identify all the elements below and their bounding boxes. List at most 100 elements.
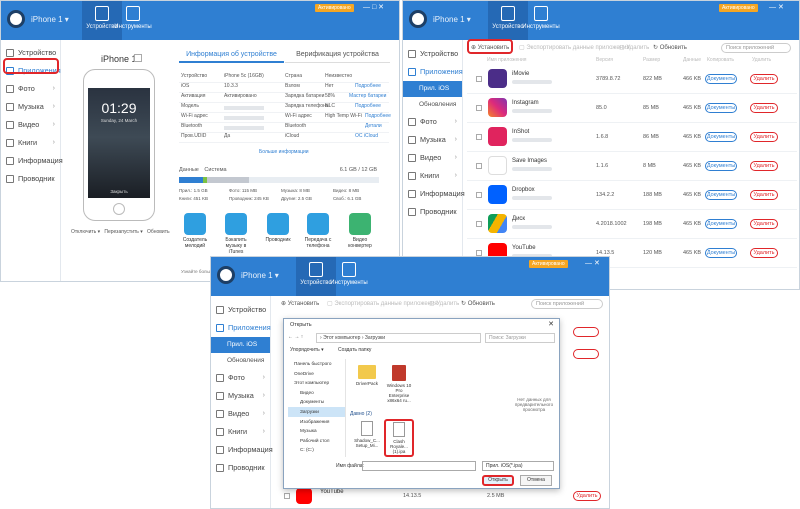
tree-item[interactable]: Изображения <box>288 417 345 427</box>
sidebar-item-photo[interactable]: Фото › <box>1 80 60 98</box>
info-link[interactable]: Подробнее <box>355 83 381 89</box>
app-search-input[interactable]: Поиск приложений <box>721 43 791 53</box>
sidebar-item-video[interactable]: Видео › <box>211 405 270 423</box>
sidebar-item-device[interactable]: Устройство <box>403 45 462 63</box>
delete-app-button[interactable]: Удалить <box>750 74 778 84</box>
tab-tools[interactable]: Инструменты <box>521 1 561 40</box>
delete-app-button[interactable] <box>573 327 599 337</box>
info-link[interactable]: Детали <box>365 123 382 129</box>
sidebar-item-books[interactable]: Книги › <box>1 134 60 152</box>
new-folder-button[interactable]: Создать папку <box>338 347 371 353</box>
export-data-button[interactable]: ▢ Экспортировать данные приложения <box>519 41 630 55</box>
sidebar-item-music[interactable]: Музыка › <box>211 387 270 405</box>
sidebar-item-explorer[interactable]: Проводник <box>403 203 462 221</box>
sidebar-item-device[interactable]: Устройство <box>211 301 270 319</box>
file-search-input[interactable]: Поиск: Загрузки <box>485 333 555 343</box>
file-item[interactable]: DriverPack <box>354 365 380 386</box>
sidebar-item-apps[interactable]: Приложения <box>403 63 463 81</box>
delete-app-button[interactable]: Удалить <box>750 219 778 229</box>
tool-video-converter[interactable]: Видео конвертер <box>343 213 377 249</box>
sidebar-item-info[interactable]: Информация › <box>1 152 63 170</box>
delete-app-button[interactable] <box>573 349 599 359</box>
sidebar-item-video[interactable]: Видео › <box>1 116 60 134</box>
device-selector[interactable]: iPhone 1 ▾ <box>241 271 279 280</box>
export-data-button[interactable]: ▢ Экспортировать данные приложения <box>327 297 438 311</box>
delete-app-button[interactable]: Удалить <box>573 491 601 501</box>
sidebar-subitem-ios-apps[interactable]: Прил. iOS <box>211 337 270 353</box>
sidebar-item-photo[interactable]: Фото › <box>403 113 462 131</box>
app-search-input[interactable]: Поиск приложений <box>531 299 603 309</box>
copy-docs-button[interactable]: Документы <box>705 248 737 258</box>
sidebar-item-books[interactable]: Книги › <box>211 423 270 441</box>
table-row[interactable]: Диск 4.2018.1002 198 MB 465 KB Документы Удал… <box>467 210 797 239</box>
sidebar-subitem-ios-apps[interactable]: Прил. iOS <box>403 81 462 97</box>
refresh-button[interactable]: Обновить <box>147 229 170 235</box>
file-item[interactable]: Shadow_C... Setup_Mi... <box>354 421 380 448</box>
sidebar-subitem-updates[interactable]: Обновления <box>211 353 270 369</box>
restart-button[interactable]: Перезапустить <box>104 229 139 235</box>
table-row[interactable]: InShot 1.6.8 86 MB 465 KB Документы Удалить <box>467 123 797 152</box>
sidebar-item-apps[interactable]: Приложения <box>211 319 271 337</box>
copy-docs-button[interactable]: Документы <box>705 132 737 142</box>
tab-tools[interactable]: Инструменты <box>329 257 369 296</box>
sidebar-item-explorer[interactable]: Проводник <box>211 459 270 477</box>
cancel-button[interactable]: Отмена <box>520 475 552 486</box>
edit-icon[interactable] <box>134 54 142 62</box>
copy-docs-button[interactable]: Документы <box>705 103 737 113</box>
organize-button[interactable]: Упорядочить ▾ <box>290 347 324 353</box>
window-controls[interactable]: — ✕ <box>769 3 784 11</box>
window-controls[interactable]: — ✕ <box>585 259 600 267</box>
filetype-select[interactable]: Прил. iOS(*.ipa) <box>482 461 554 471</box>
refresh-button[interactable]: ↻ Обновить <box>653 41 687 55</box>
sidebar-item-explorer[interactable]: Проводник <box>1 170 60 188</box>
tab-tools[interactable]: Инструменты <box>113 1 153 40</box>
address-bar[interactable]: › Этот компьютер › Загрузки <box>316 333 481 343</box>
row-checkbox[interactable] <box>476 134 482 140</box>
info-link[interactable]: Подробнее <box>355 103 381 109</box>
window-controls[interactable]: — □ ✕ <box>363 3 384 11</box>
sidebar-item-books[interactable]: Книги › <box>403 167 462 185</box>
row-checkbox[interactable] <box>476 76 482 82</box>
delete-app-button[interactable]: Удалить <box>750 103 778 113</box>
tool-transfer[interactable]: Передача с телефона <box>301 213 335 249</box>
open-button[interactable]: Открыть <box>482 475 514 486</box>
sidebar-item-music[interactable]: Музыка › <box>1 98 60 116</box>
tree-item[interactable]: Загрузки <box>288 406 345 417</box>
delete-app-button[interactable]: Удалить <box>750 248 778 258</box>
file-item-selected[interactable]: Clash Royale... (1).ipa <box>384 419 414 457</box>
row-checkbox[interactable] <box>284 493 290 499</box>
copy-docs-button[interactable]: Документы <box>705 190 737 200</box>
nav-buttons[interactable]: ← → ↑ <box>288 334 303 340</box>
row-checkbox[interactable] <box>476 105 482 111</box>
sidebar-item-music[interactable]: Музыка › <box>403 131 462 149</box>
file-item[interactable]: Windows 10 Pro Enterprise x86x64 ru... <box>386 365 412 403</box>
filename-input[interactable] <box>362 461 476 471</box>
delete-button[interactable]: ▢ Удалить <box>429 297 459 311</box>
delete-app-button[interactable]: Удалить <box>750 190 778 200</box>
shutdown-button[interactable]: Отключить <box>71 229 96 235</box>
row-checkbox[interactable] <box>476 221 482 227</box>
tool-music-backup[interactable]: Бэкапить музыку в iTunes <box>219 213 253 255</box>
copy-docs-button[interactable]: Документы <box>705 74 737 84</box>
tree-item[interactable]: Документы <box>288 397 345 407</box>
tree-item[interactable]: Рабочий стол <box>288 436 345 446</box>
device-selector[interactable]: iPhone 1 ▾ <box>31 15 69 24</box>
tree-item[interactable]: C: (C:) <box>288 445 345 455</box>
sidebar-subitem-updates[interactable]: Обновления <box>403 97 462 113</box>
sidebar-item-info[interactable]: Информация › <box>403 185 465 203</box>
tree-item[interactable]: Этот компьютер <box>288 378 345 388</box>
info-link[interactable]: Подробнее <box>365 113 391 119</box>
tool-ringtone[interactable]: Создатель мелодий <box>181 213 209 249</box>
device-selector[interactable]: iPhone 1 ▾ <box>433 15 471 24</box>
tree-item[interactable]: OneDrive <box>288 369 345 379</box>
table-row[interactable]: Instagram 85.0 85 MB 465 KB Документы Удалить <box>467 94 797 123</box>
copy-docs-button[interactable]: Документы <box>705 219 737 229</box>
row-checkbox[interactable] <box>476 163 482 169</box>
copy-docs-button[interactable]: Документы <box>705 161 737 171</box>
sidebar-item-info[interactable]: Информация › <box>211 441 273 459</box>
table-row[interactable]: Dropbox 134.2.2 188 MB 465 KB Документы Удали… <box>467 181 797 210</box>
row-checkbox[interactable] <box>476 192 482 198</box>
info-link[interactable]: Мастер батареи <box>349 93 386 99</box>
info-tab-device[interactable]: Информация об устройстве <box>179 49 284 63</box>
delete-button[interactable]: ▢ Удалить <box>619 41 649 55</box>
